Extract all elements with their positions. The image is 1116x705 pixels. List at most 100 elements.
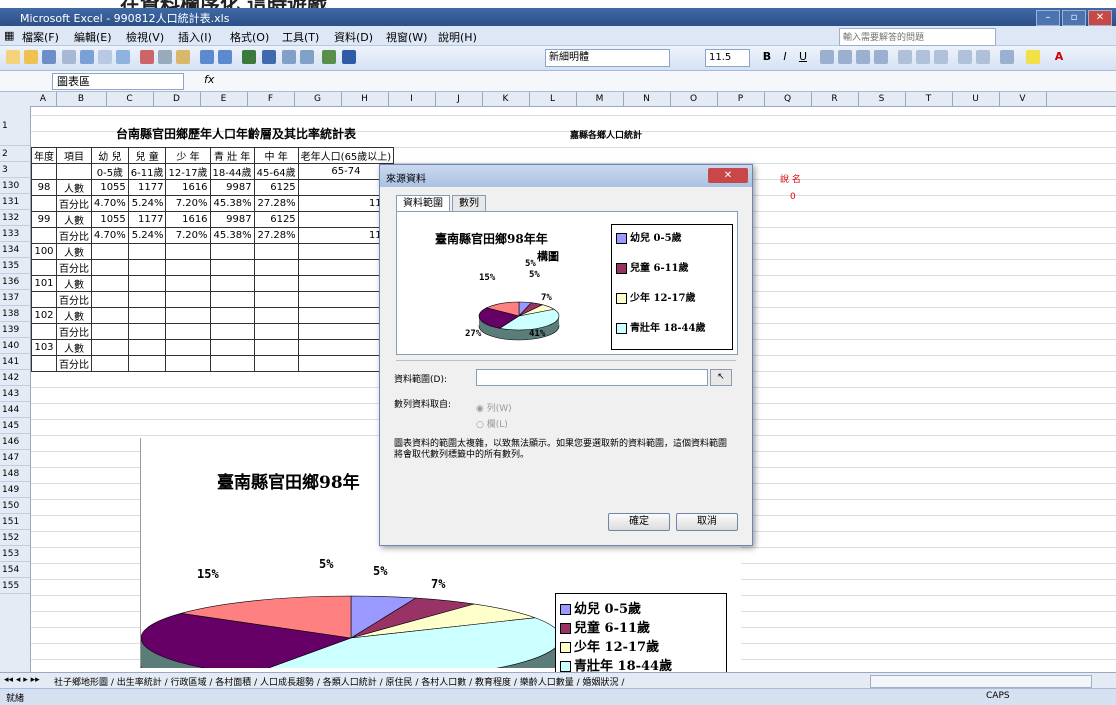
row-header-3[interactable]: 3 bbox=[0, 162, 30, 178]
comma-style-icon[interactable] bbox=[934, 50, 948, 64]
table-cell[interactable] bbox=[165, 243, 211, 260]
sheet-tabs[interactable]: 社子鄉地形圖 / 出生率統計 / 行政區域 / 各村面積 / 人口成長趨勢 / … bbox=[54, 675, 624, 688]
italic-icon[interactable]: I bbox=[778, 50, 792, 64]
column-header-O[interactable]: O bbox=[670, 92, 718, 106]
table-cell[interactable]: 27.28% bbox=[253, 227, 299, 244]
table-cell[interactable]: 老年人口(65歲以上) bbox=[297, 147, 395, 164]
table-cell[interactable]: 100 bbox=[31, 243, 57, 260]
table-cell[interactable]: 27.28% bbox=[253, 195, 299, 212]
table-cell[interactable]: 7.20% bbox=[165, 195, 211, 212]
table-cell[interactable]: 4.70% bbox=[91, 195, 129, 212]
table-cell[interactable] bbox=[209, 355, 255, 372]
row-header-147[interactable]: 147 bbox=[0, 450, 30, 466]
table-cell[interactable]: 中 年 bbox=[253, 147, 299, 164]
permission-icon[interactable] bbox=[62, 50, 76, 64]
table-cell[interactable] bbox=[209, 339, 255, 356]
table-cell[interactable]: 人數 bbox=[56, 339, 92, 356]
table-cell[interactable]: 102 bbox=[31, 307, 57, 324]
align-right-icon[interactable] bbox=[856, 50, 870, 64]
table-cell[interactable] bbox=[165, 307, 211, 324]
table-cell[interactable]: 9987 bbox=[209, 179, 255, 196]
column-header-M[interactable]: M bbox=[576, 92, 624, 106]
table-cell[interactable] bbox=[165, 291, 211, 308]
table-cell[interactable] bbox=[91, 307, 129, 324]
table-cell[interactable] bbox=[253, 339, 299, 356]
table-cell[interactable]: 5.24% bbox=[127, 227, 167, 244]
table-cell[interactable]: 兒 童 bbox=[127, 147, 167, 164]
row-header-138[interactable]: 138 bbox=[0, 306, 30, 322]
table-cell[interactable] bbox=[91, 323, 129, 340]
cancel-button[interactable]: 取消 bbox=[676, 513, 738, 531]
row-header-151[interactable]: 151 bbox=[0, 514, 30, 530]
print-icon[interactable] bbox=[80, 50, 94, 64]
table-cell[interactable]: 百分比 bbox=[56, 323, 92, 340]
table-cell[interactable] bbox=[31, 259, 57, 276]
minimize-button[interactable]: – bbox=[1036, 10, 1060, 26]
restore-button[interactable]: ▫ bbox=[1062, 10, 1086, 26]
column-header-R[interactable]: R bbox=[811, 92, 859, 106]
row-header-142[interactable]: 142 bbox=[0, 370, 30, 386]
table-cell[interactable] bbox=[253, 259, 299, 276]
row-header-145[interactable]: 145 bbox=[0, 418, 30, 434]
table-cell[interactable]: 人數 bbox=[56, 179, 92, 196]
tab-scroll-arrows[interactable]: ◂◂ ◂ ▸ ▸▸ bbox=[4, 675, 40, 685]
row-header-134[interactable]: 134 bbox=[0, 242, 30, 258]
table-cell[interactable] bbox=[209, 291, 255, 308]
table-cell[interactable]: 百分比 bbox=[56, 195, 92, 212]
hyperlink-icon[interactable] bbox=[242, 50, 256, 64]
table-cell[interactable] bbox=[165, 259, 211, 276]
table-cell[interactable] bbox=[209, 323, 255, 340]
menu-item-6[interactable]: 資料(D) bbox=[334, 29, 373, 45]
table-cell[interactable] bbox=[127, 291, 167, 308]
column-header-C[interactable]: C bbox=[106, 92, 154, 106]
borders-icon[interactable] bbox=[1000, 50, 1014, 64]
table-cell[interactable] bbox=[209, 275, 255, 292]
open-folder-icon[interactable] bbox=[24, 50, 38, 64]
sort-ascending-icon[interactable] bbox=[282, 50, 296, 64]
row-header-144[interactable]: 144 bbox=[0, 402, 30, 418]
table-cell[interactable]: 103 bbox=[31, 339, 57, 356]
table-cell[interactable]: 6125 bbox=[253, 211, 299, 228]
table-cell[interactable]: 5.24% bbox=[127, 195, 167, 212]
table-cell[interactable] bbox=[165, 275, 211, 292]
row-header-131[interactable]: 131 bbox=[0, 194, 30, 210]
table-cell[interactable] bbox=[165, 355, 211, 372]
font-color-icon[interactable]: A bbox=[1052, 50, 1066, 64]
radio-rows[interactable]: ◉ 列(W) bbox=[476, 401, 512, 414]
close-button[interactable]: ✕ bbox=[1088, 10, 1112, 26]
table-cell[interactable] bbox=[209, 307, 255, 324]
table-cell[interactable]: 青 壯 年 bbox=[209, 147, 255, 164]
table-cell[interactable] bbox=[56, 163, 92, 180]
row-header-141[interactable]: 141 bbox=[0, 354, 30, 370]
row-header-146[interactable]: 146 bbox=[0, 434, 30, 450]
column-header-Q[interactable]: Q bbox=[764, 92, 812, 106]
table-cell[interactable]: 101 bbox=[31, 275, 57, 292]
table-cell[interactable]: 7.20% bbox=[165, 227, 211, 244]
table-cell[interactable] bbox=[91, 259, 129, 276]
row-header-143[interactable]: 143 bbox=[0, 386, 30, 402]
table-cell[interactable] bbox=[127, 243, 167, 260]
table-cell[interactable]: 1616 bbox=[165, 179, 211, 196]
table-cell[interactable] bbox=[91, 291, 129, 308]
menu-item-1[interactable]: 編輯(E) bbox=[74, 29, 112, 45]
align-center-icon[interactable] bbox=[838, 50, 852, 64]
help-search-input[interactable] bbox=[839, 28, 996, 46]
row-header-132[interactable]: 132 bbox=[0, 210, 30, 226]
table-cell[interactable]: 45.38% bbox=[209, 195, 255, 212]
column-header-L[interactable]: L bbox=[529, 92, 577, 106]
menu-item-3[interactable]: 插入(I) bbox=[178, 29, 212, 45]
range-input[interactable] bbox=[476, 369, 708, 386]
new-file-icon[interactable] bbox=[6, 50, 20, 64]
sort-descending-icon[interactable] bbox=[300, 50, 314, 64]
column-header-U[interactable]: U bbox=[952, 92, 1000, 106]
table-cell[interactable] bbox=[127, 323, 167, 340]
table-cell[interactable] bbox=[165, 323, 211, 340]
merge-center-icon[interactable] bbox=[874, 50, 888, 64]
table-cell[interactable]: 9987 bbox=[209, 211, 255, 228]
increase-indent-icon[interactable] bbox=[976, 50, 990, 64]
table-cell[interactable] bbox=[91, 339, 129, 356]
column-header-K[interactable]: K bbox=[482, 92, 530, 106]
collapse-dialog-icon[interactable]: ↖ bbox=[710, 369, 732, 386]
horizontal-scrollbar[interactable] bbox=[870, 675, 1092, 688]
menu-item-8[interactable]: 說明(H) bbox=[438, 29, 477, 45]
